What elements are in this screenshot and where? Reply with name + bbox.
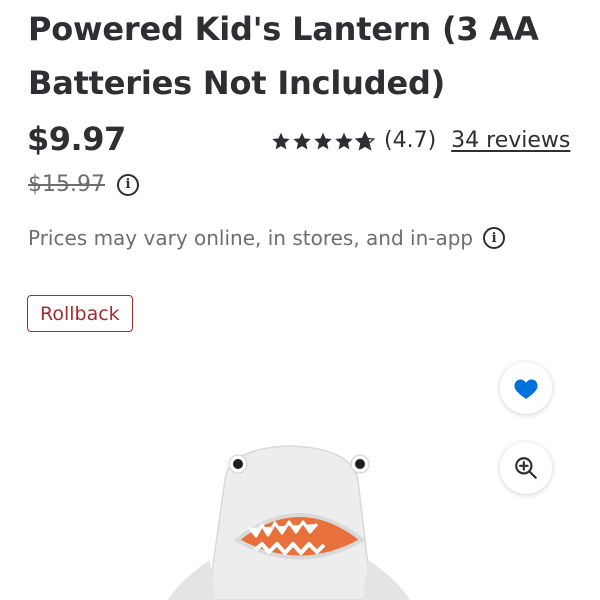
was-price: $15.97 — [28, 172, 105, 197]
rollback-badge: Rollback — [27, 295, 133, 332]
reviews-link[interactable]: 34 reviews — [451, 128, 570, 153]
zoom-button[interactable] — [500, 442, 552, 494]
rating-value: (4.7) — [384, 128, 437, 153]
was-price-row: $15.97 i — [28, 172, 139, 197]
star-icon — [335, 132, 353, 149]
star-icon — [293, 132, 311, 149]
star-icon — [272, 132, 290, 149]
current-price: $9.97 — [27, 120, 126, 158]
star-half-icon — [355, 130, 375, 151]
price-disclaimer-row: Prices may vary online, in stores, and i… — [28, 226, 506, 250]
star-icon — [314, 132, 332, 149]
zoom-in-icon — [515, 457, 537, 479]
star-rating — [271, 130, 376, 151]
favorite-button[interactable] — [500, 362, 552, 414]
info-icon[interactable]: i — [483, 227, 506, 249]
product-image — [168, 445, 410, 600]
product-title: Powered Kid's Lantern (3 AA Batteries No… — [28, 10, 539, 102]
info-icon[interactable]: i — [116, 173, 139, 196]
rating-summary: (4.7) 34 reviews — [271, 128, 570, 153]
price-disclaimer: Prices may vary online, in stores, and i… — [28, 226, 474, 250]
heart-icon — [514, 379, 538, 399]
